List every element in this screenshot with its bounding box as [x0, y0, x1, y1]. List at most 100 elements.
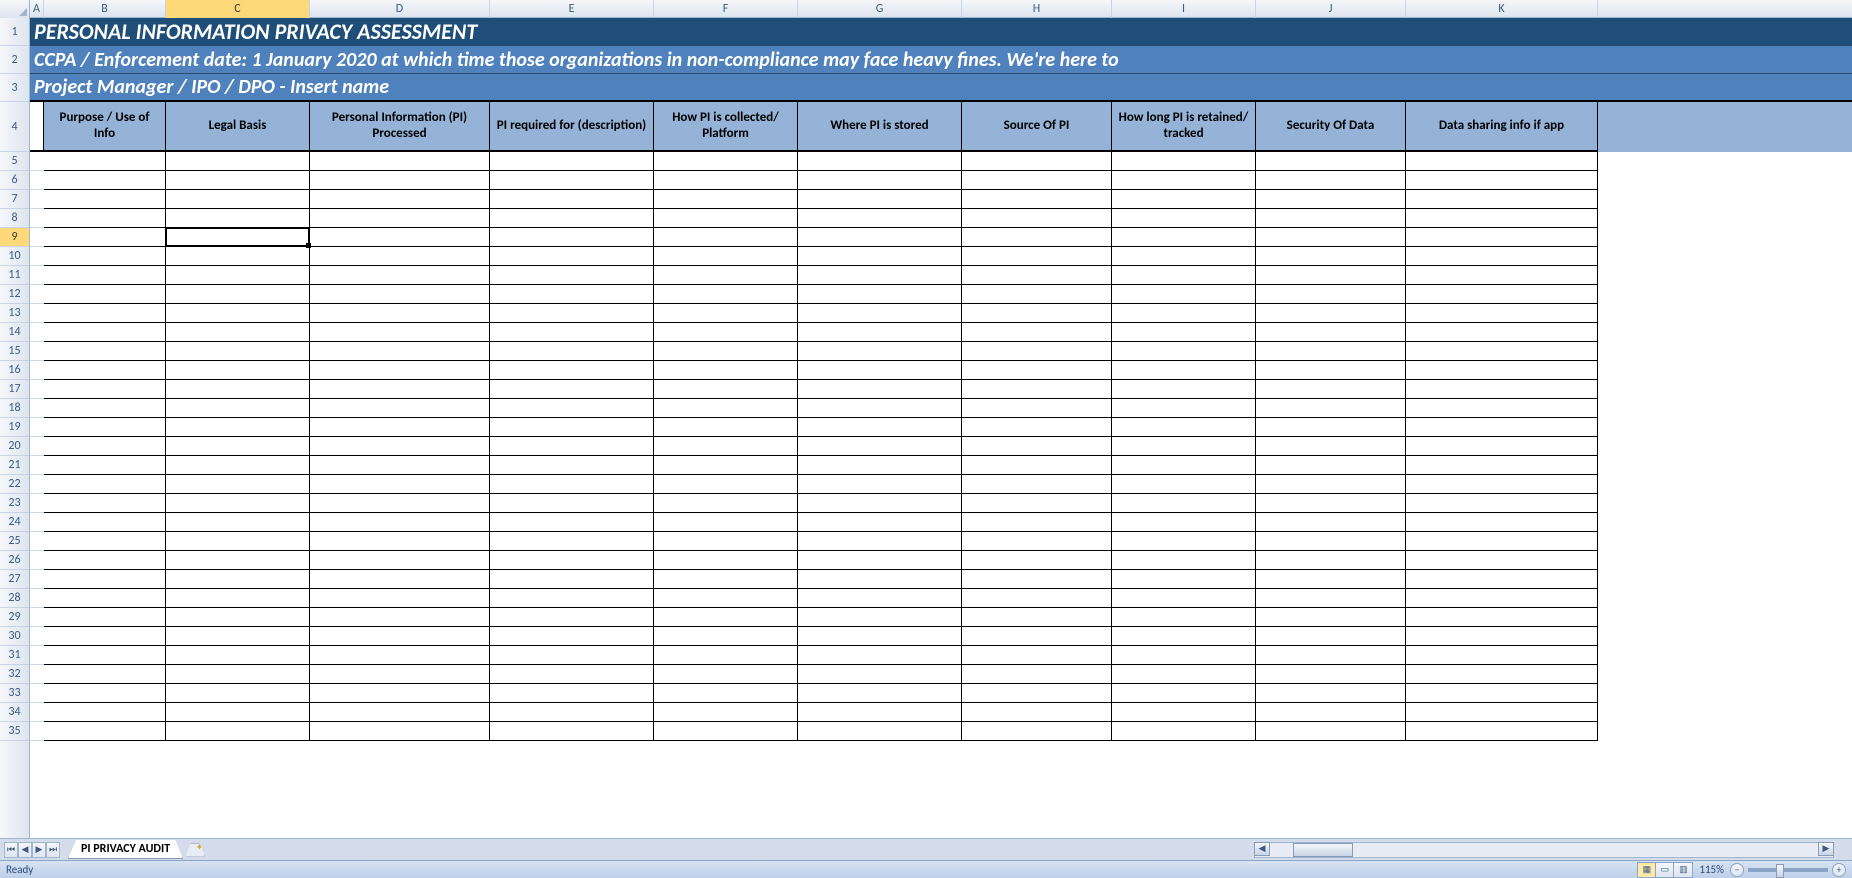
table-row[interactable]	[30, 209, 1852, 228]
table-header-cell[interactable]: Purpose / Use of Info	[44, 102, 166, 152]
table-row[interactable]	[30, 152, 1852, 171]
table-row[interactable]	[30, 361, 1852, 380]
cell-A7[interactable]	[30, 190, 44, 209]
row-header-9[interactable]: 9	[0, 228, 29, 247]
cell-K23[interactable]	[1406, 494, 1598, 513]
cell-F8[interactable]	[654, 209, 798, 228]
cell-H21[interactable]	[962, 456, 1112, 475]
cell-K5[interactable]	[1406, 152, 1598, 171]
cell-K26[interactable]	[1406, 551, 1598, 570]
cell-E31[interactable]	[490, 646, 654, 665]
cell-E17[interactable]	[490, 380, 654, 399]
cell-K10[interactable]	[1406, 247, 1598, 266]
cell-H32[interactable]	[962, 665, 1112, 684]
cell-G7[interactable]	[798, 190, 962, 209]
cell-A31[interactable]	[30, 646, 44, 665]
cell-F34[interactable]	[654, 703, 798, 722]
cell-F5[interactable]	[654, 152, 798, 171]
row-header-29[interactable]: 29	[0, 608, 29, 627]
cell-H30[interactable]	[962, 627, 1112, 646]
cell-I18[interactable]	[1112, 399, 1256, 418]
cell-I27[interactable]	[1112, 570, 1256, 589]
cell-K31[interactable]	[1406, 646, 1598, 665]
table-row[interactable]	[30, 342, 1852, 361]
cell-C20[interactable]	[166, 437, 310, 456]
cell-C9[interactable]	[166, 228, 310, 247]
cell-J12[interactable]	[1256, 285, 1406, 304]
cell-C30[interactable]	[166, 627, 310, 646]
cell-I32[interactable]	[1112, 665, 1256, 684]
cell-E21[interactable]	[490, 456, 654, 475]
cell-J5[interactable]	[1256, 152, 1406, 171]
cell-B11[interactable]	[44, 266, 166, 285]
cell-E9[interactable]	[490, 228, 654, 247]
table-row[interactable]	[30, 475, 1852, 494]
cell-J33[interactable]	[1256, 684, 1406, 703]
cell-J11[interactable]	[1256, 266, 1406, 285]
cell-H28[interactable]	[962, 589, 1112, 608]
cell-H19[interactable]	[962, 418, 1112, 437]
cell-I11[interactable]	[1112, 266, 1256, 285]
cell-K12[interactable]	[1406, 285, 1598, 304]
table-row[interactable]	[30, 380, 1852, 399]
cell-I33[interactable]	[1112, 684, 1256, 703]
cell-K16[interactable]	[1406, 361, 1598, 380]
cell-E25[interactable]	[490, 532, 654, 551]
cell-F9[interactable]	[654, 228, 798, 247]
cell-H18[interactable]	[962, 399, 1112, 418]
row-header-4[interactable]: 4	[0, 102, 29, 152]
cell-B18[interactable]	[44, 399, 166, 418]
cell-J19[interactable]	[1256, 418, 1406, 437]
cell-B12[interactable]	[44, 285, 166, 304]
cell-J29[interactable]	[1256, 608, 1406, 627]
cell-B17[interactable]	[44, 380, 166, 399]
cell-G13[interactable]	[798, 304, 962, 323]
table-row[interactable]	[30, 266, 1852, 285]
cell-J25[interactable]	[1256, 532, 1406, 551]
cell-H34[interactable]	[962, 703, 1112, 722]
table-row[interactable]	[30, 703, 1852, 722]
cell-A12[interactable]	[30, 285, 44, 304]
cell-E8[interactable]	[490, 209, 654, 228]
cell-F27[interactable]	[654, 570, 798, 589]
row-header-27[interactable]: 27	[0, 570, 29, 589]
row-header-25[interactable]: 25	[0, 532, 29, 551]
cell-D13[interactable]	[310, 304, 490, 323]
cell-D24[interactable]	[310, 513, 490, 532]
row-header-8[interactable]: 8	[0, 209, 29, 228]
cell-B13[interactable]	[44, 304, 166, 323]
cell-F28[interactable]	[654, 589, 798, 608]
cell-H29[interactable]	[962, 608, 1112, 627]
table-row[interactable]	[30, 494, 1852, 513]
cell-A21[interactable]	[30, 456, 44, 475]
title-row-2[interactable]: CCPA / Enforcement date: 1 January 2020 …	[30, 46, 1852, 74]
cell-A23[interactable]	[30, 494, 44, 513]
cell-I28[interactable]	[1112, 589, 1256, 608]
cell-A17[interactable]	[30, 380, 44, 399]
row-header-6[interactable]: 6	[0, 171, 29, 190]
cell-C6[interactable]	[166, 171, 310, 190]
cell-B10[interactable]	[44, 247, 166, 266]
cell-D34[interactable]	[310, 703, 490, 722]
row-header-31[interactable]: 31	[0, 646, 29, 665]
table-row[interactable]	[30, 190, 1852, 209]
cell-K32[interactable]	[1406, 665, 1598, 684]
cell-G35[interactable]	[798, 722, 962, 741]
cell-B29[interactable]	[44, 608, 166, 627]
cell-G5[interactable]	[798, 152, 962, 171]
table-row[interactable]	[30, 437, 1852, 456]
cell-C16[interactable]	[166, 361, 310, 380]
table-row[interactable]	[30, 627, 1852, 646]
cell-K22[interactable]	[1406, 475, 1598, 494]
cell-K17[interactable]	[1406, 380, 1598, 399]
cell-K9[interactable]	[1406, 228, 1598, 247]
cell-I25[interactable]	[1112, 532, 1256, 551]
column-header-J[interactable]: J	[1256, 0, 1406, 18]
cell-K7[interactable]	[1406, 190, 1598, 209]
table-row[interactable]	[30, 570, 1852, 589]
cell-G34[interactable]	[798, 703, 962, 722]
cell-G27[interactable]	[798, 570, 962, 589]
cell-D6[interactable]	[310, 171, 490, 190]
cell-H15[interactable]	[962, 342, 1112, 361]
cell-K25[interactable]	[1406, 532, 1598, 551]
